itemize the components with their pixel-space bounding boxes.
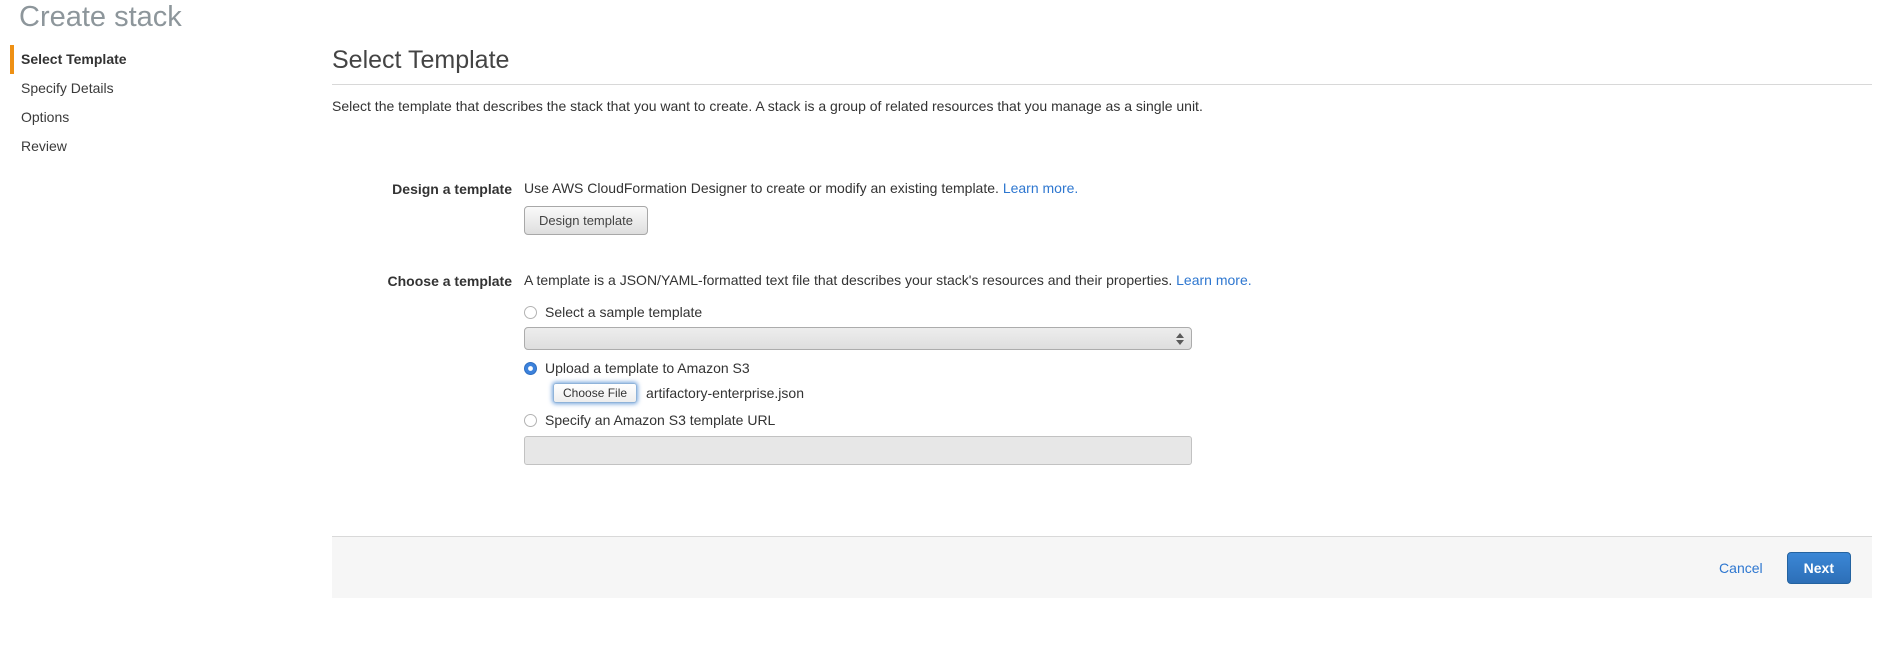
option-specify-url: Specify an Amazon S3 template URL (524, 412, 1252, 428)
section-description: Select the template that describes the s… (332, 98, 1872, 114)
design-template-button[interactable]: Design template (524, 206, 648, 235)
radio-sample-template-label[interactable]: Select a sample template (545, 304, 702, 320)
uploaded-file-name: artifactory-enterprise.json (646, 385, 804, 401)
choose-template-text: A template is a JSON/YAML-formatted text… (524, 272, 1176, 288)
cancel-link[interactable]: Cancel (1719, 560, 1763, 576)
footer-action-bar: Cancel Next (332, 536, 1872, 598)
option-select-sample-template: Select a sample template (524, 304, 1252, 320)
next-button[interactable]: Next (1787, 552, 1851, 584)
page-title: Create stack (19, 1, 182, 34)
choose-file-button[interactable]: Choose File (553, 383, 637, 403)
sidebar-item-specify-details[interactable]: Specify Details (10, 74, 250, 103)
choose-learn-more-link[interactable]: Learn more. (1176, 272, 1251, 288)
option-upload-template: Upload a template to Amazon S3 (524, 360, 1252, 376)
wizard-steps: Select Template Specify Details Options … (10, 45, 250, 161)
choose-template-label: Choose a template (332, 272, 512, 465)
s3-url-input[interactable] (524, 436, 1192, 465)
sample-template-select[interactable] (524, 327, 1192, 350)
radio-s3-url-label[interactable]: Specify an Amazon S3 template URL (545, 412, 775, 428)
create-stack-page: { "page": { "title": "Create stack" }, "… (0, 0, 1893, 649)
design-template-label: Design a template (332, 180, 512, 235)
radio-sample-template[interactable] (524, 306, 537, 319)
choose-template-row: Choose a template A template is a JSON/Y… (332, 272, 1252, 465)
sidebar-item-select-template[interactable]: Select Template (10, 45, 250, 74)
divider (332, 84, 1872, 85)
select-stepper-icon (1176, 333, 1184, 345)
sidebar-item-options[interactable]: Options (10, 103, 250, 132)
design-template-text: Use AWS CloudFormation Designer to creat… (524, 180, 1003, 196)
section-header: Select Template Select the template that… (332, 46, 1872, 114)
design-learn-more-link[interactable]: Learn more. (1003, 180, 1078, 196)
section-title: Select Template (332, 46, 1872, 75)
radio-upload-s3-label[interactable]: Upload a template to Amazon S3 (545, 360, 750, 376)
radio-s3-url[interactable] (524, 414, 537, 427)
design-template-row: Design a template Use AWS CloudFormation… (332, 180, 1078, 235)
radio-upload-s3[interactable] (524, 362, 537, 375)
file-upload-row: Choose File artifactory-enterprise.json (553, 383, 1252, 403)
sidebar-item-review[interactable]: Review (10, 132, 250, 161)
